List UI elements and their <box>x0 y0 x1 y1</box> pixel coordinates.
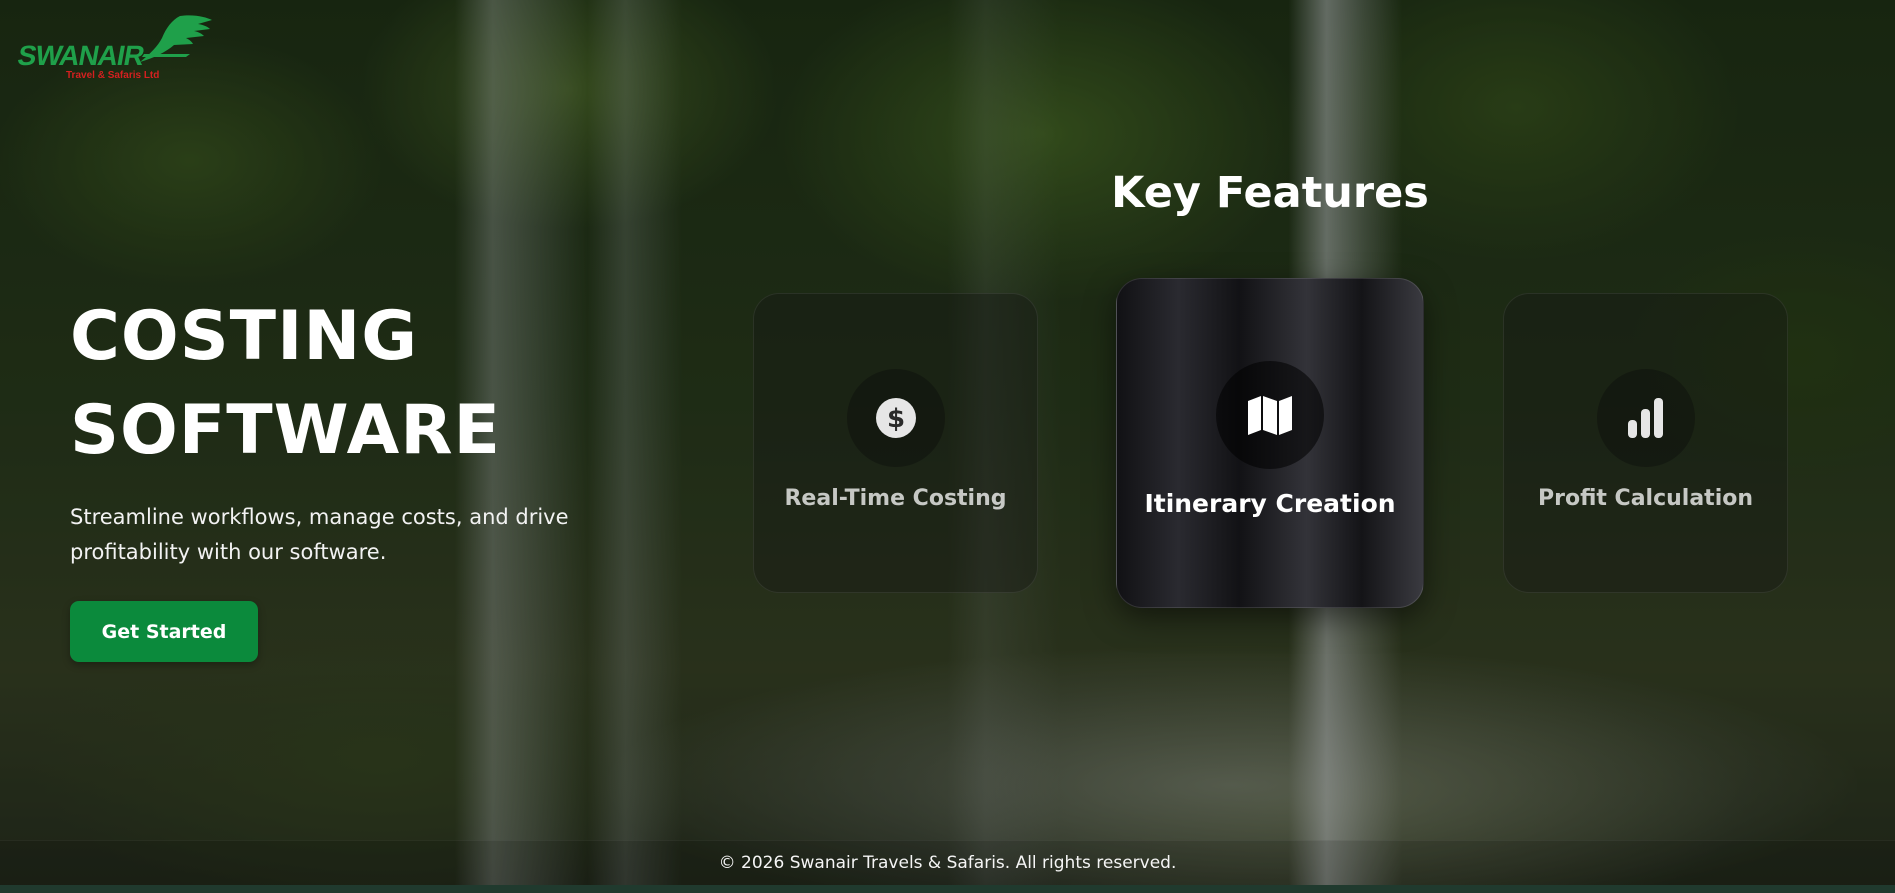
dollar-icon: $ <box>875 398 916 438</box>
feature-card-real-time-costing[interactable]: $ Real-Time Costing <box>753 293 1038 593</box>
map-icon <box>1248 396 1292 435</box>
hero-title-line1: COSTING <box>70 297 419 376</box>
bar-chart-icon <box>1627 398 1663 438</box>
feature-card-itinerary-creation[interactable]: Itinerary Creation <box>1116 278 1424 608</box>
feature-label: Profit Calculation <box>1537 486 1754 511</box>
hero-title-line2: SOFTWARE <box>70 391 502 470</box>
hero-title: COSTING SOFTWARE <box>70 290 590 478</box>
brand-name: SWANAIR <box>15 40 147 71</box>
feature-label: Itinerary Creation <box>1144 489 1396 518</box>
brand-tagline: Travel & Safaris Ltd <box>66 70 160 81</box>
feature-label: Real-Time Costing <box>784 486 1007 511</box>
svg-text:$: $ <box>886 404 904 434</box>
hero-subtitle: Streamline workflows, manage costs, and … <box>70 505 569 564</box>
features-title: Key Features <box>1111 168 1429 218</box>
footer: © 2026 Swanair Travels & Safaris. All ri… <box>0 840 1895 893</box>
feature-card-profit-calculation[interactable]: Profit Calculation <box>1503 293 1788 593</box>
feature-icon-circle <box>1216 361 1324 469</box>
swan-wing-logo-icon <box>140 15 212 62</box>
brand-logo[interactable]: SWANAIR Travel & Safaris Ltd <box>15 14 212 84</box>
get-started-button[interactable]: Get Started <box>70 601 258 662</box>
footer-copyright: © 2026 Swanair Travels & Safaris. All ri… <box>718 853 1177 873</box>
feature-icon-circle <box>1596 369 1695 467</box>
feature-icon-circle: $ <box>846 369 945 467</box>
